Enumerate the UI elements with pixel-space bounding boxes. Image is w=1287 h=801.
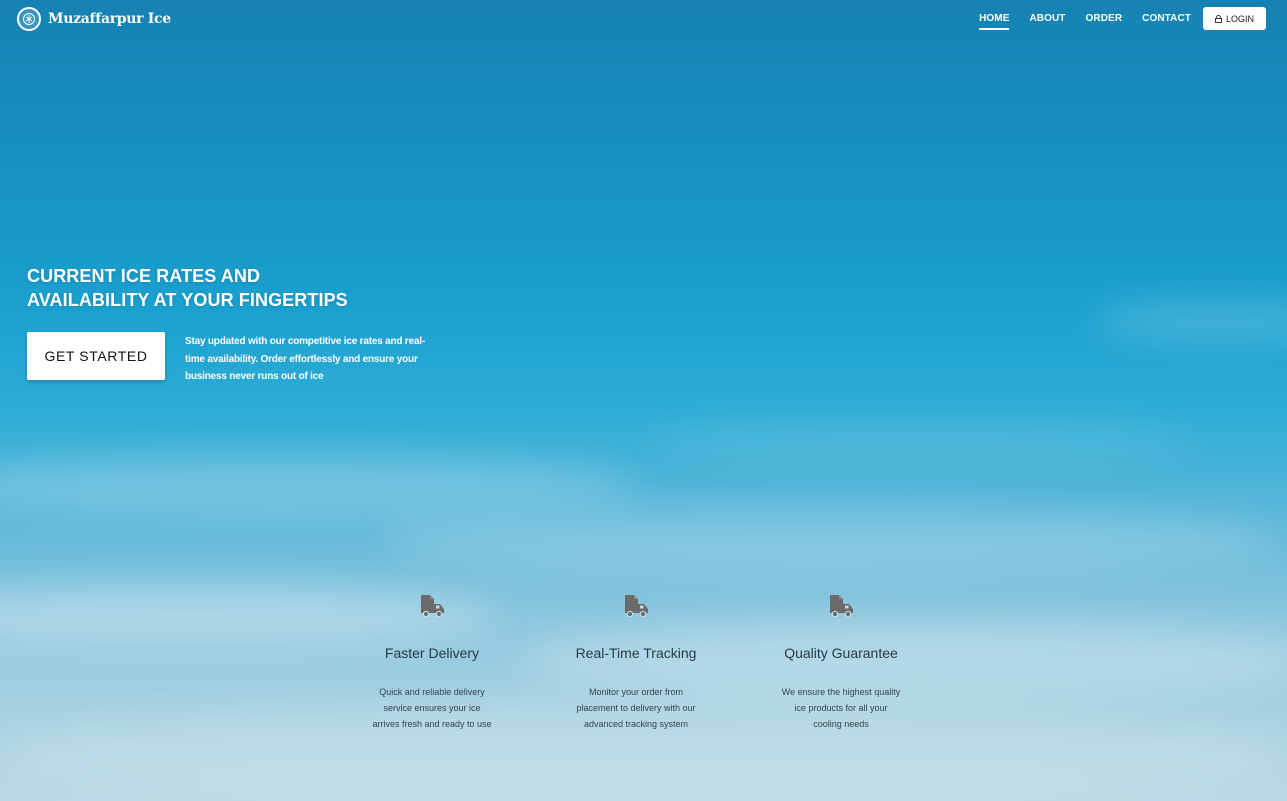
feature-text: Quick and reliable delivery service ensu… (372, 687, 492, 729)
feature-card-delivery: Faster Delivery Quick and reliable deliv… (342, 592, 522, 732)
hero-title-line: CURRENT ICE RATES AND (27, 266, 261, 286)
delivery-truck-icon (421, 595, 444, 618)
nav-item-contact[interactable]: CONTACT (1142, 13, 1191, 30)
nav-item-home[interactable]: HOME (979, 13, 1010, 30)
feature-card-quality: Quality Guarantee We ensure the highest … (751, 592, 931, 732)
cloud-layer (380, 505, 1280, 575)
feature-text: We ensure the highest quality ice produc… (781, 687, 901, 729)
delivery-truck-icon (625, 595, 648, 618)
cloud-layer (0, 455, 640, 515)
ice-emblem-icon (17, 7, 41, 31)
feature-card-tracking: Real-Time Tracking Monitor your order fr… (546, 592, 726, 732)
cloud-layer (640, 420, 1200, 460)
login-button[interactable]: LOGIN (1203, 7, 1266, 30)
brand-name: Muzaffarpur Ice (48, 11, 171, 27)
cloud-layer (1090, 300, 1287, 340)
nav-menu: HOME ABOUT ORDER CONTACT (959, 13, 1191, 30)
lock-icon (1215, 14, 1222, 23)
brand-link[interactable]: Muzaffarpur Ice (17, 7, 171, 31)
hero-title-line: AVAILABILITY AT YOUR FINGERTIPS (27, 290, 348, 310)
feature-title: Faster Delivery (384, 645, 480, 661)
nav-item-about[interactable]: ABOUT (1029, 13, 1065, 30)
feature-text: Monitor your order from placement to del… (576, 687, 696, 729)
login-label: LOGIN (1225, 13, 1254, 24)
nav-item-order[interactable]: ORDER (1086, 13, 1123, 30)
hero-title: CURRENT ICE RATES AND AVAILABILITY AT YO… (27, 264, 447, 312)
feature-title: Real-Time Tracking (575, 645, 697, 661)
get-started-button[interactable]: GET STARTED (27, 332, 165, 380)
hero-description: Stay updated with our competitive ice ra… (185, 336, 426, 382)
feature-title: Quality Guarantee (784, 645, 898, 661)
top-navbar: Muzaffarpur Ice HOME ABOUT ORDER CONTACT… (0, 0, 1287, 40)
page-background: Muzaffarpur Ice HOME ABOUT ORDER CONTACT… (0, 0, 1287, 801)
delivery-truck-icon (830, 595, 853, 618)
